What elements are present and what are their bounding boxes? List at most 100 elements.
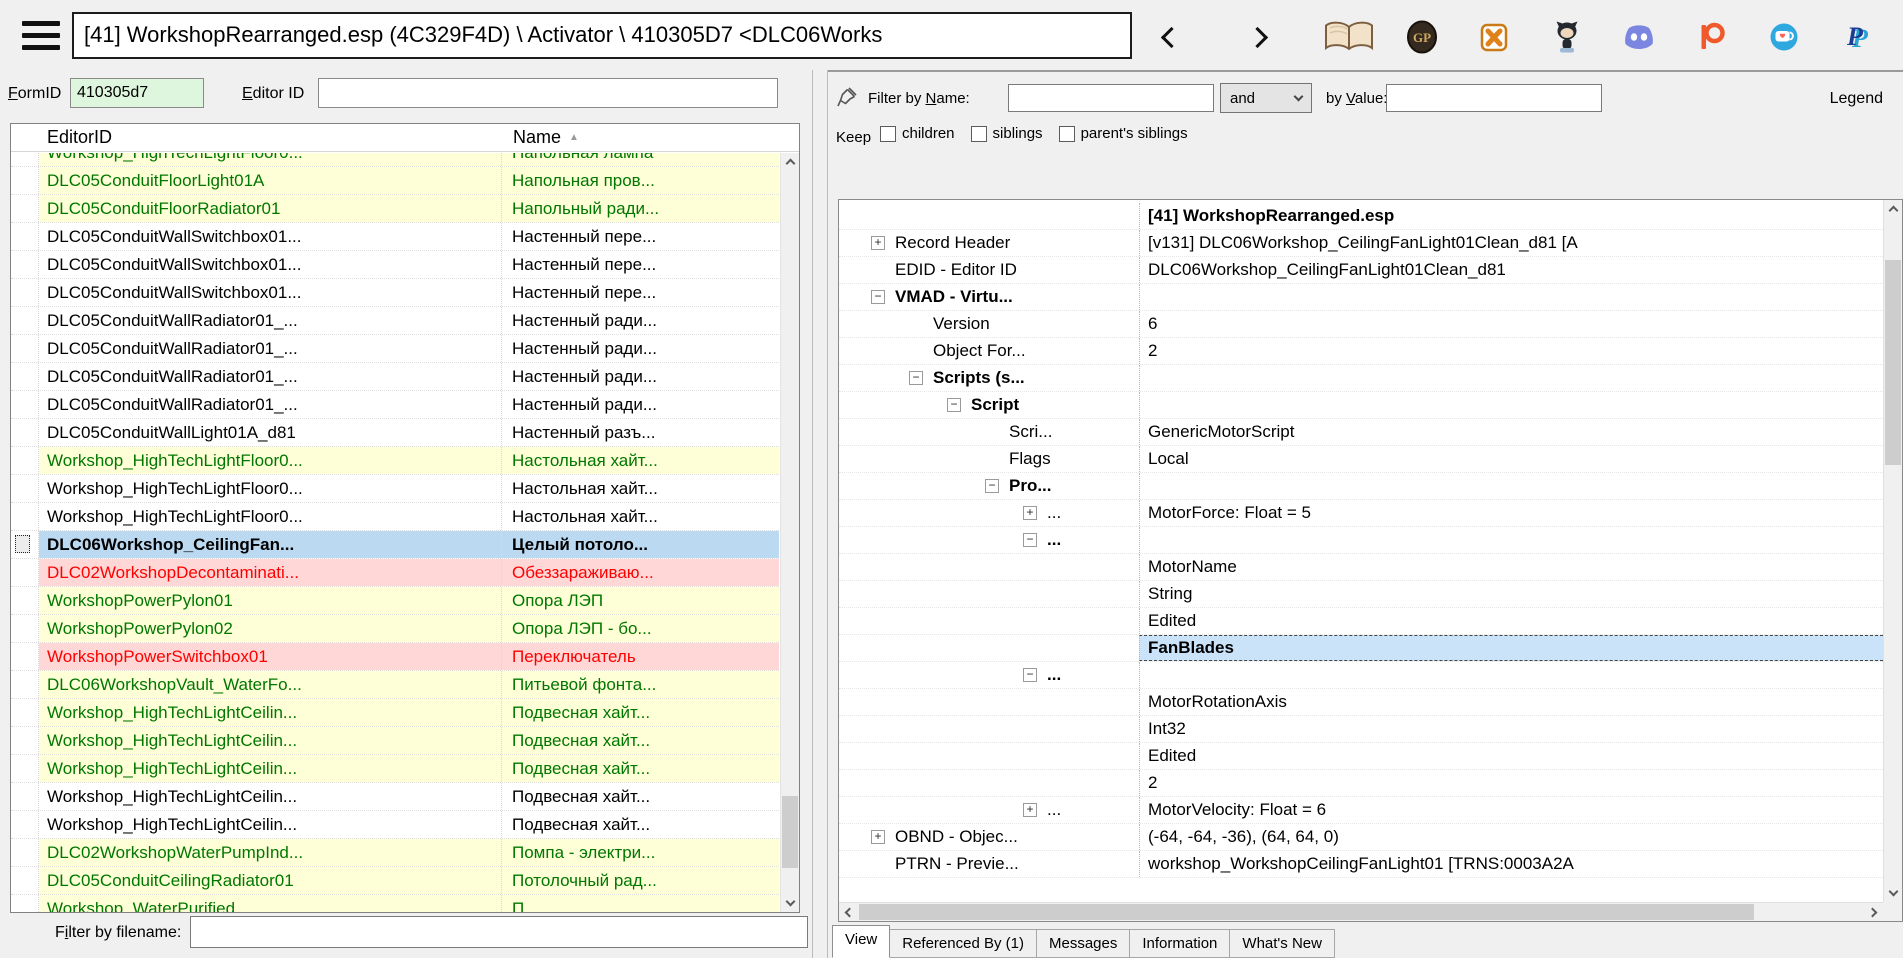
- table-row[interactable]: Workshop_HighTechLightFloor0...Напольная…: [11, 153, 779, 167]
- github-icon[interactable]: [1540, 18, 1594, 56]
- back-button[interactable]: [1150, 20, 1192, 54]
- table-row[interactable]: DLC06WorkshopVault_WaterFo...Питьевой фо…: [11, 671, 779, 699]
- forward-button[interactable]: [1236, 20, 1278, 54]
- table-row[interactable]: DLC02WorkshopWaterPumpInd...Помпа - элек…: [11, 839, 779, 867]
- table-row[interactable]: Workshop_HighTechLightCeilin...Подвесная…: [11, 783, 779, 811]
- pin-icon[interactable]: [836, 86, 858, 113]
- tab-referenced-by-1-[interactable]: Referenced By (1): [889, 929, 1037, 958]
- tree-vertical-scrollbar[interactable]: [1883, 200, 1902, 902]
- tab-view[interactable]: View: [832, 925, 890, 958]
- scroll-left-button[interactable]: [839, 903, 857, 921]
- editorid-input[interactable]: [318, 78, 778, 108]
- tab-information[interactable]: Information: [1129, 929, 1230, 958]
- main-menu-button[interactable]: [22, 21, 60, 50]
- scroll-thumb[interactable]: [782, 796, 798, 868]
- tree-row[interactable]: Int32: [839, 716, 1883, 743]
- scroll-up-button[interactable]: [1884, 200, 1902, 218]
- legend-link[interactable]: Legend: [1830, 90, 1883, 108]
- table-row[interactable]: Workshop_HighTechLightCeilin...Подвесная…: [11, 755, 779, 783]
- filter-operator-select[interactable]: and: [1220, 83, 1312, 113]
- tree-row[interactable]: −...: [839, 662, 1883, 689]
- tree-row[interactable]: FanBlades: [839, 635, 1883, 662]
- column-header-editorid[interactable]: EditorID: [39, 127, 503, 148]
- tree-row[interactable]: 2: [839, 770, 1883, 797]
- tab-messages[interactable]: Messages: [1036, 929, 1130, 958]
- table-row[interactable]: WorkshopPowerSwitchbox01Переключатель: [11, 643, 779, 671]
- panel-splitter[interactable]: [812, 70, 828, 958]
- tree-row[interactable]: Version6: [839, 311, 1883, 338]
- paypal-icon[interactable]: PP: [1830, 18, 1884, 56]
- filter-by-name-input[interactable]: [1008, 84, 1214, 112]
- table-row[interactable]: Workshop_HighTechLightFloor0...Настольна…: [11, 447, 779, 475]
- table-row[interactable]: WorkshopPowerPylon01Опора ЛЭП: [11, 587, 779, 615]
- table-row[interactable]: DLC06Workshop_CeilingFan...Целый потоло.…: [11, 531, 779, 559]
- checkbox[interactable]: [880, 126, 896, 142]
- table-row[interactable]: Workshop_WaterPurified...П...: [11, 895, 779, 912]
- navigation-path-combo[interactable]: [41] WorkshopRearranged.esp (4C329F4D) \…: [72, 12, 1132, 59]
- scroll-down-button[interactable]: [781, 894, 799, 912]
- tree-row[interactable]: −Pro...: [839, 473, 1883, 500]
- tree-row[interactable]: −...: [839, 527, 1883, 554]
- table-row[interactable]: DLC05ConduitFloorLight01AНапольная пров.…: [11, 167, 779, 195]
- table-row[interactable]: DLC05ConduitWallRadiator01_...Настенный …: [11, 307, 779, 335]
- tree-row[interactable]: Edited: [839, 608, 1883, 635]
- tree-row[interactable]: Edited: [839, 743, 1883, 770]
- tree-row[interactable]: −VMAD - Virtu...: [839, 284, 1883, 311]
- ko-fi-icon[interactable]: [1757, 18, 1811, 56]
- tree-row[interactable]: +Record Header[v131] DLC06Workshop_Ceili…: [839, 230, 1883, 257]
- tree-row[interactable]: Object For...2: [839, 338, 1883, 365]
- collapse-icon[interactable]: −: [871, 290, 885, 304]
- patreon-icon[interactable]: [1685, 18, 1739, 56]
- scroll-down-button[interactable]: [1884, 884, 1902, 902]
- table-row[interactable]: Workshop_HighTechLightCeilin...Подвесная…: [11, 811, 779, 839]
- tree-row[interactable]: PTRN - Previe...workshop_WorkshopCeiling…: [839, 851, 1883, 878]
- table-row[interactable]: DLC05ConduitWallRadiator01_...Настенный …: [11, 391, 779, 419]
- filter-by-value-input[interactable]: [1386, 84, 1602, 112]
- table-row[interactable]: DLC05ConduitWallSwitchbox01...Настенный …: [11, 223, 779, 251]
- checkbox[interactable]: [1059, 126, 1075, 142]
- tree-row[interactable]: Scri...GenericMotorScript: [839, 419, 1883, 446]
- tree-row[interactable]: +...MotorVelocity: Float = 6: [839, 797, 1883, 824]
- collapse-icon[interactable]: −: [1023, 533, 1037, 547]
- table-row[interactable]: Workshop_HighTechLightCeilin...Подвесная…: [11, 699, 779, 727]
- scroll-thumb[interactable]: [1885, 260, 1901, 465]
- scroll-thumb[interactable]: [859, 904, 1754, 920]
- tree-row[interactable]: −Script: [839, 392, 1883, 419]
- tree-row[interactable]: MotorRotationAxis: [839, 689, 1883, 716]
- keep-option-siblings[interactable]: siblings: [971, 125, 1043, 142]
- help-book-icon[interactable]: [1322, 18, 1376, 56]
- collapse-icon[interactable]: −: [909, 371, 923, 385]
- tree-row[interactable]: EDID - Editor IDDLC06Workshop_CeilingFan…: [839, 257, 1883, 284]
- table-row[interactable]: DLC05ConduitCeilingRadiator01Потолочный …: [11, 867, 779, 895]
- table-row[interactable]: DLC05ConduitWallRadiator01_...Настенный …: [11, 335, 779, 363]
- formid-input[interactable]: [70, 78, 204, 108]
- table-row[interactable]: Workshop_HighTechLightCeilin...Подвесная…: [11, 727, 779, 755]
- gp-icon[interactable]: GP: [1395, 18, 1449, 56]
- table-row[interactable]: DLC05ConduitWallSwitchbox01...Настенный …: [11, 279, 779, 307]
- keep-option-parent-s-siblings[interactable]: parent's siblings: [1059, 125, 1188, 142]
- tree-row[interactable]: FlagsLocal: [839, 446, 1883, 473]
- collapse-icon[interactable]: −: [985, 479, 999, 493]
- grid-vertical-scrollbar[interactable]: [780, 153, 799, 912]
- expand-icon[interactable]: +: [1023, 506, 1037, 520]
- table-row[interactable]: DLC02WorkshopDecontaminati...Обеззаражив…: [11, 559, 779, 587]
- table-row[interactable]: DLC05ConduitWallRadiator01_...Настенный …: [11, 363, 779, 391]
- tree-row[interactable]: String: [839, 581, 1883, 608]
- collapse-icon[interactable]: −: [1023, 668, 1037, 682]
- checkbox[interactable]: [971, 126, 987, 142]
- table-row[interactable]: DLC05ConduitWallSwitchbox01...Настенный …: [11, 251, 779, 279]
- discord-icon[interactable]: [1612, 18, 1666, 56]
- expand-icon[interactable]: +: [871, 236, 885, 250]
- expand-icon[interactable]: +: [1023, 803, 1037, 817]
- tree-row[interactable]: [41] WorkshopRearranged.esp: [839, 203, 1883, 230]
- keep-option-children[interactable]: children: [880, 125, 955, 142]
- scroll-up-button[interactable]: [781, 153, 799, 171]
- table-row[interactable]: WorkshopPowerPylon02Опора ЛЭП - бо...: [11, 615, 779, 643]
- tree-horizontal-scrollbar[interactable]: [839, 902, 1883, 921]
- tree-row[interactable]: MotorName: [839, 554, 1883, 581]
- column-header-name[interactable]: Name ▲: [503, 127, 799, 148]
- tab-what-s-new[interactable]: What's New: [1229, 929, 1335, 958]
- tree-row[interactable]: +OBND - Objec...(-64, -64, -36), (64, 64…: [839, 824, 1883, 851]
- table-row[interactable]: Workshop_HighTechLightFloor0...Настольна…: [11, 475, 779, 503]
- table-row[interactable]: DLC05ConduitFloorRadiator01Напольный рад…: [11, 195, 779, 223]
